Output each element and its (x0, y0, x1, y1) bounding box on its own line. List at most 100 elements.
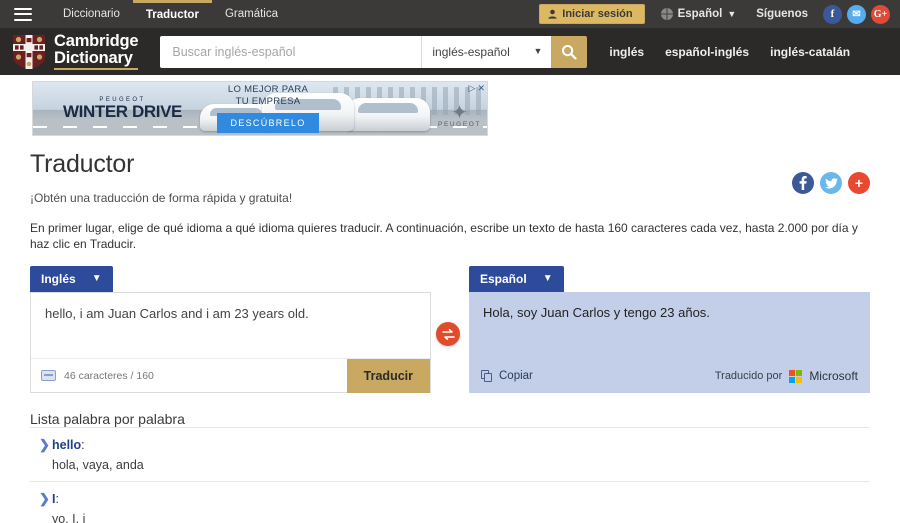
translated-text: Hola, soy Juan Carlos y tengo 23 años. (469, 292, 870, 359)
site-language-selector[interactable]: Español ▼ (661, 8, 737, 20)
masthead: Cambridge Dictionary inglés-español ▼ in… (0, 28, 900, 75)
wordlist-item-word: I (52, 492, 55, 506)
ad-claim-block: LO MEJOR PARA TU EMPRESA DESCÚBRELO (203, 84, 333, 133)
wordlist-item-body: hello: hola, vaya, anda (52, 437, 870, 473)
peugeot-lion-icon: ✦ (438, 105, 481, 121)
logo-line-dictionary: Dictionary (54, 50, 138, 67)
ad-car-right (346, 98, 430, 131)
source-textarea-box[interactable]: hello, i am Juan Carlos and i am 23 year… (30, 292, 431, 393)
translation-provider: Traducido por Microsoft (715, 369, 858, 383)
dict-link-ingles[interactable]: inglés (609, 45, 644, 59)
target-output-box: Hola, soy Juan Carlos y tengo 23 años. C… (469, 292, 870, 393)
googleplus-icon[interactable]: G+ (871, 5, 890, 24)
chevron-right-icon: ❯ (30, 437, 52, 473)
dict-link-ingles-catalan[interactable]: inglés-catalán (770, 45, 850, 59)
login-button[interactable]: Iniciar sesión (539, 4, 644, 24)
powered-by-label: Traducido por (715, 370, 782, 382)
target-footer: Copiar Traducido por Microsoft (469, 359, 870, 393)
target-panel: Español ▼ Hola, soy Juan Carlos y tengo … (469, 266, 870, 393)
chevron-down-icon: ▼ (727, 10, 736, 19)
search-button[interactable] (551, 36, 587, 68)
wordlist-item-word-row: I: (52, 491, 870, 507)
wordlist-item[interactable]: ❯ hello: hola, vaya, anda (30, 427, 870, 481)
translate-button[interactable]: Traducir (347, 359, 430, 393)
top-utility-right: Iniciar sesión Español ▼ Síguenos f ✉ G+ (539, 4, 900, 24)
twitter-icon[interactable]: ✉ (847, 5, 866, 24)
wordlist-item-body: I: yo, I, i (52, 491, 870, 523)
main-content: + Traductor ¡Obtén una traducción de for… (0, 150, 900, 523)
microsoft-logo-icon (789, 370, 802, 383)
logo-wordmark: Cambridge Dictionary (54, 33, 138, 70)
advertisement-zone: PEUGEOT WINTER DRIVE LO MEJOR PARA TU EM… (0, 75, 900, 136)
wordlist-item-definitions: yo, I, i (52, 511, 870, 523)
search-input-wrapper[interactable] (160, 36, 421, 68)
dictionary-select-value: inglés-español (432, 45, 509, 59)
dict-link-espanol-ingles[interactable]: español-inglés (665, 45, 749, 59)
share-more-icon[interactable]: + (848, 172, 870, 194)
source-footer: 46 caracteres / 160 Traducir (31, 358, 430, 392)
cambridge-crest-icon (12, 34, 46, 70)
banner-ad[interactable]: PEUGEOT WINTER DRIVE LO MEJOR PARA TU EM… (32, 81, 488, 136)
wordlist-item-definitions: hola, vaya, anda (52, 457, 870, 473)
share-facebook-icon[interactable] (792, 172, 814, 194)
source-text[interactable]: hello, i am Juan Carlos and i am 23 year… (31, 293, 430, 358)
facebook-glyph (799, 176, 807, 190)
page-tagline: ¡Obtén una traducción de forma rápida y … (30, 191, 870, 205)
hamburger-menu-icon[interactable] (14, 8, 32, 21)
dictionary-select[interactable]: inglés-español ▼ (421, 36, 551, 68)
swap-languages-button[interactable] (436, 322, 460, 346)
wordlist-item[interactable]: ❯ I: yo, I, i (30, 481, 870, 523)
page-title: Traductor (30, 150, 870, 179)
search-icon (561, 44, 577, 60)
share-twitter-icon[interactable] (820, 172, 842, 194)
ad-advertiser-name: PEUGEOT (438, 121, 481, 128)
chevron-down-icon: ▼ (533, 47, 542, 56)
character-count: 46 caracteres / 160 (64, 370, 154, 382)
translator-widget: Inglés ▼ hello, i am Juan Carlos and i a… (30, 266, 870, 393)
ad-brand-block: PEUGEOT WINTER DRIVE (33, 97, 203, 121)
ad-claim-line2: TU EMPRESA (203, 96, 333, 108)
wordlist-item-word-row: hello: (52, 437, 870, 453)
source-language-selector[interactable]: Inglés ▼ (30, 266, 113, 292)
nav-item-traductor[interactable]: Traductor (133, 0, 212, 28)
source-language-label: Inglés (41, 272, 76, 286)
chevron-right-icon: ❯ (30, 491, 52, 523)
user-icon (548, 9, 557, 19)
nav-item-gramatica[interactable]: Gramática (212, 0, 291, 28)
ad-brand-title: WINTER DRIVE (42, 103, 203, 121)
source-panel: Inglés ▼ hello, i am Juan Carlos and i a… (30, 266, 431, 393)
copy-icon (481, 370, 493, 383)
adchoices-icon[interactable]: ▷ (469, 83, 476, 94)
top-utility-bar: Diccionario Traductor Gramática Iniciar … (0, 0, 900, 28)
follow-us-label: Síguenos (756, 8, 808, 20)
cambridge-dictionary-logo[interactable]: Cambridge Dictionary (12, 33, 138, 70)
chevron-down-icon: ▼ (543, 274, 553, 284)
facebook-icon[interactable]: f (823, 5, 842, 24)
provider-name: Microsoft (809, 369, 858, 383)
swap-languages-icon (442, 329, 455, 340)
ad-cta-button[interactable]: DESCÚBRELO (217, 113, 318, 133)
target-language-label: Español (480, 272, 527, 286)
search-input[interactable] (160, 36, 421, 68)
share-buttons: + (792, 172, 870, 194)
copy-button[interactable]: Copiar (481, 370, 533, 383)
copy-button-label: Copiar (499, 370, 533, 382)
globe-icon (661, 8, 673, 20)
ad-advertiser-logo: ✦ PEUGEOT (438, 105, 481, 128)
logo-line-cambridge: Cambridge (54, 33, 138, 50)
wordlist-item-word: hello (52, 438, 81, 452)
search-bar: inglés-español ▼ (160, 36, 587, 68)
ad-claim-line1: LO MEJOR PARA (203, 84, 333, 96)
site-language-label: Español (678, 8, 723, 20)
ad-choices-controls: ▷ ✕ (467, 82, 487, 95)
dictionary-links: inglés español-inglés inglés-catalán (609, 45, 850, 59)
target-language-selector[interactable]: Español ▼ (469, 266, 564, 292)
close-ad-icon[interactable]: ✕ (477, 83, 485, 94)
nav-item-diccionario[interactable]: Diccionario (50, 0, 133, 28)
chevron-down-icon: ▼ (92, 274, 102, 284)
twitter-glyph (825, 178, 838, 189)
keyboard-icon[interactable] (41, 370, 56, 381)
page-intro: En primer lugar, elige de qué idioma a q… (30, 220, 870, 252)
wordlist-title: Lista palabra por palabra (30, 411, 870, 427)
login-button-label: Iniciar sesión (562, 8, 632, 20)
